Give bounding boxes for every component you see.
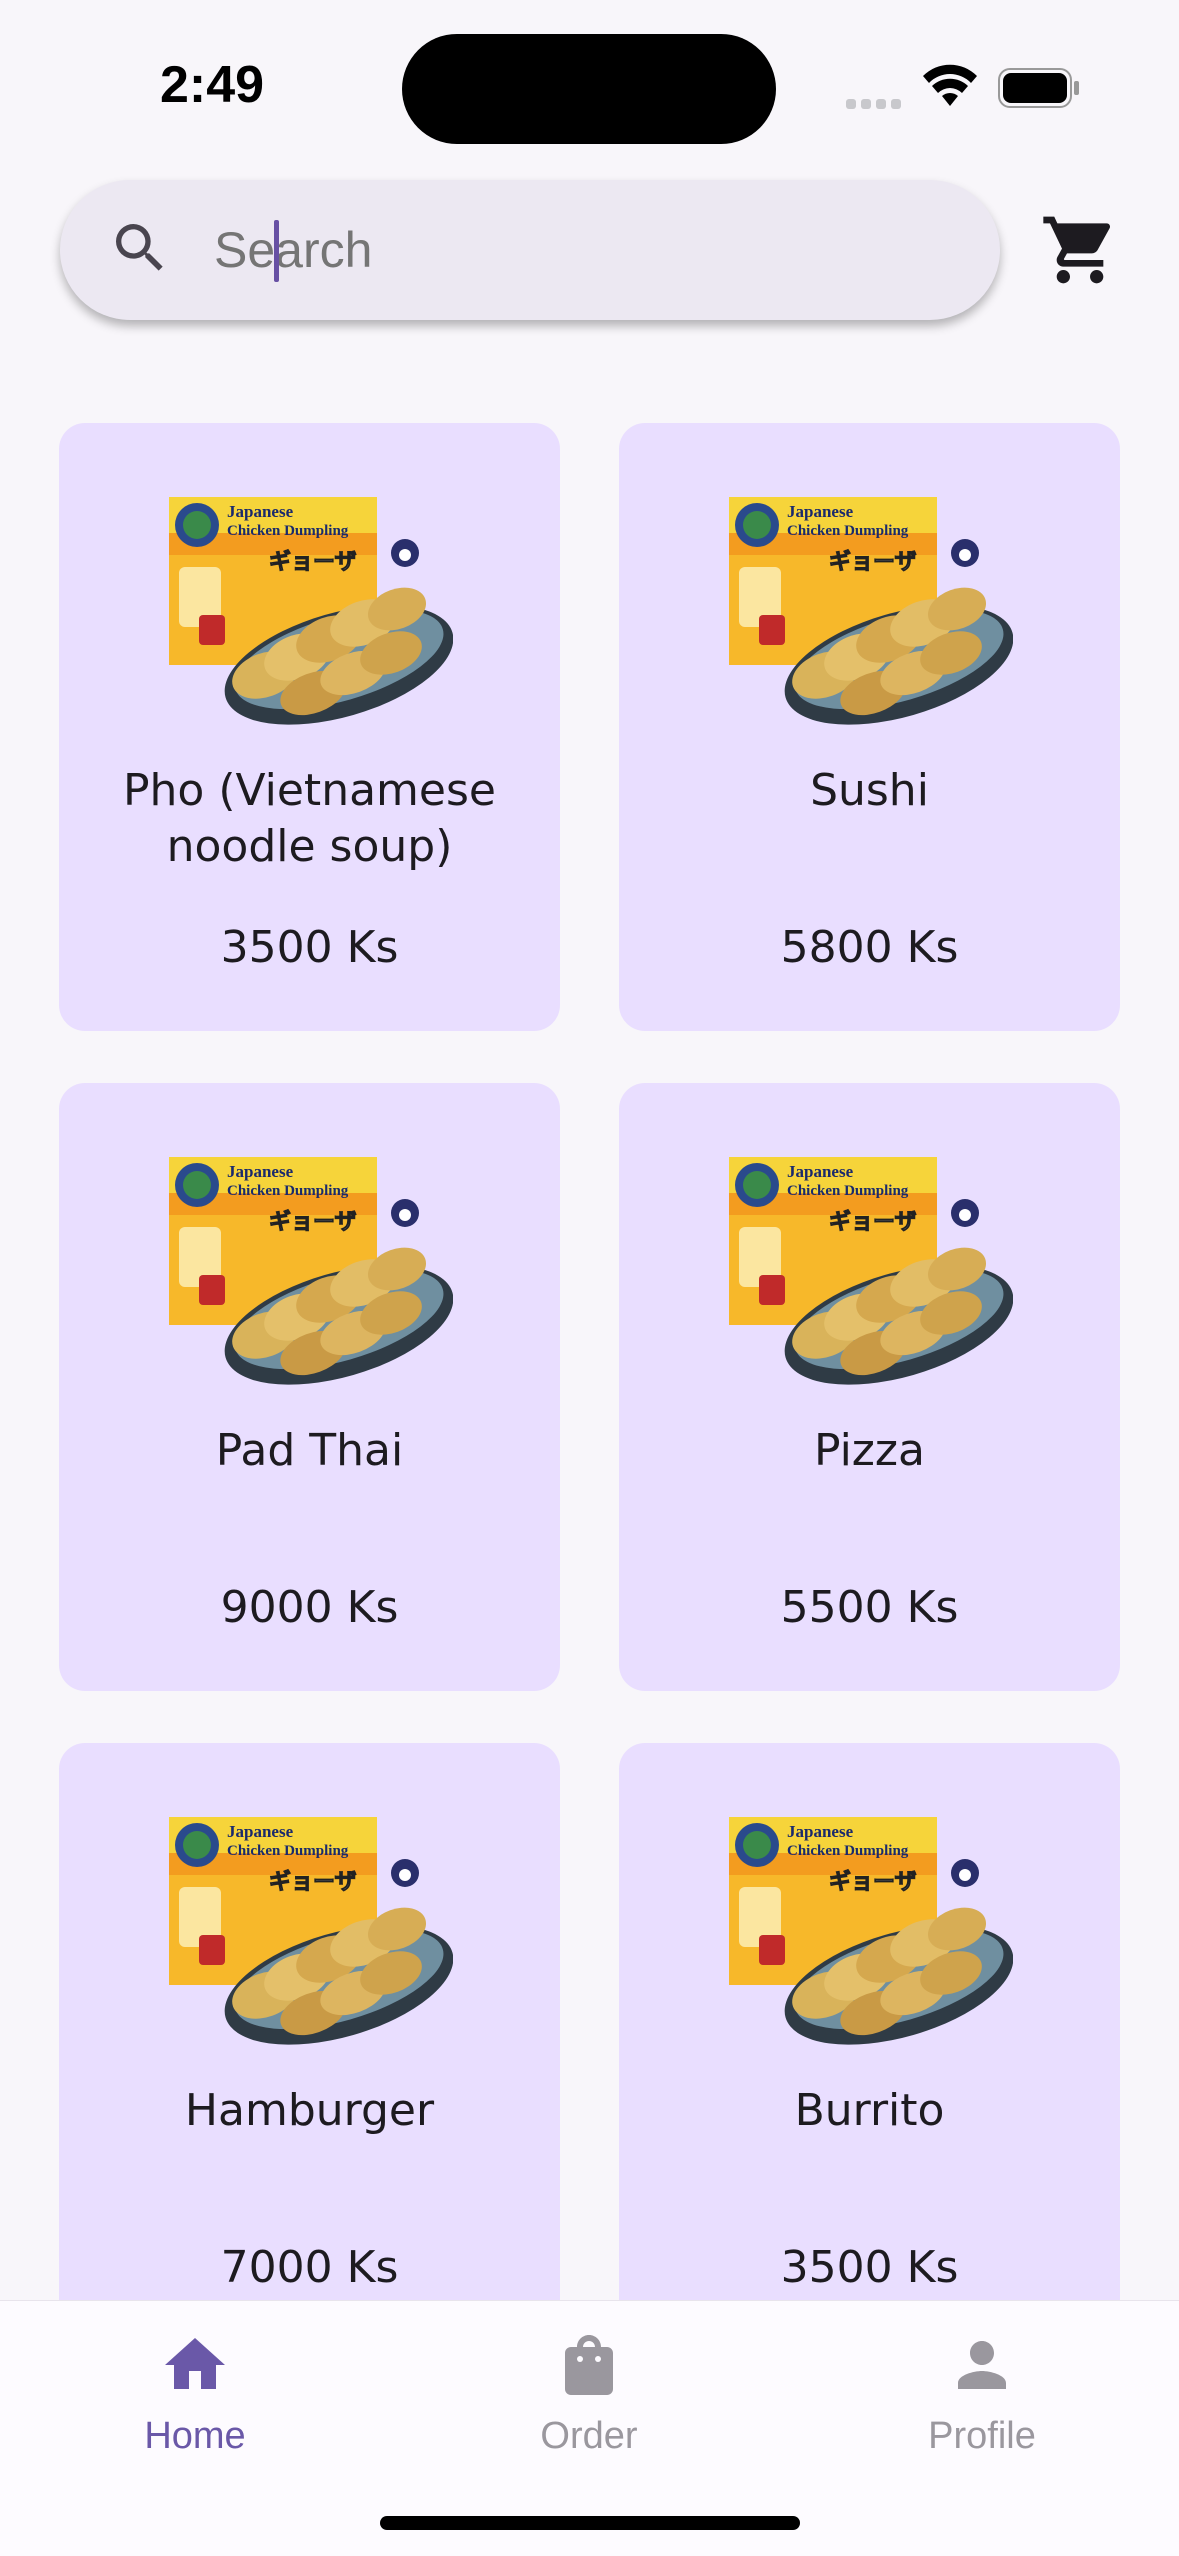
svg-text:Chicken Dumpling: Chicken Dumpling [787, 1183, 909, 1199]
product-price: 3500 Ks [220, 922, 399, 973]
svg-text:ギョーザ: ギョーザ [269, 1870, 357, 1895]
dynamic-island [402, 34, 776, 144]
nav-profile-label: Profile [928, 2415, 1036, 2457]
battery-icon [998, 68, 1082, 112]
product-name: Pho (Vietnamese noodle soup) [123, 765, 496, 872]
product-card[interactable]: Japanese Chicken Dumpling ギョーザ [619, 423, 1120, 1031]
product-name: Hamburger [184, 2085, 435, 2136]
status-bar: 2:49 [0, 0, 1179, 150]
svg-text:Japanese: Japanese [787, 1162, 854, 1181]
product-card[interactable]: Japanese Chicken Dumpling ギョーザ [619, 1083, 1120, 1691]
product-card[interactable]: Japanese Chicken Dumpling ギョーザ [619, 1743, 1120, 2351]
product-image: Japanese Chicken Dumpling ギョーザ [169, 497, 454, 743]
svg-text:Chicken Dumpling: Chicken Dumpling [787, 523, 909, 539]
home-indicator [380, 2516, 800, 2530]
svg-text:Japanese: Japanese [227, 1822, 294, 1841]
product-image: Japanese Chicken Dumpling ギョーザ [729, 497, 1014, 743]
product-name: Pad Thai [215, 1425, 404, 1476]
search-icon [108, 216, 172, 284]
svg-text:Japanese: Japanese [227, 502, 294, 521]
svg-text:Japanese: Japanese [787, 1822, 854, 1841]
wifi-icon [922, 64, 978, 112]
svg-text:ギョーザ: ギョーザ [829, 1210, 917, 1235]
nav-home[interactable]: Home [70, 2329, 320, 2489]
text-caret [274, 220, 279, 282]
svg-text:Japanese: Japanese [787, 502, 854, 521]
product-name: Burrito [794, 2085, 945, 2136]
svg-text:ギョーザ: ギョーザ [269, 1210, 357, 1235]
nav-profile[interactable]: Profile [857, 2329, 1107, 2489]
cart-icon[interactable] [1040, 210, 1120, 294]
shopping-bag-icon [565, 2335, 613, 2395]
product-price: 9000 Ks [220, 1582, 399, 1633]
svg-text:Chicken Dumpling: Chicken Dumpling [227, 1843, 349, 1859]
product-price: 5800 Ks [780, 922, 959, 973]
product-card[interactable]: Japanese Chicken Dumpling ギョーザ [59, 423, 560, 1031]
product-price: 7000 Ks [220, 2242, 399, 2293]
nav-home-label: Home [144, 2415, 246, 2457]
svg-text:Chicken Dumpling: Chicken Dumpling [227, 523, 349, 539]
product-price: 5500 Ks [780, 1582, 959, 1633]
svg-text:Chicken Dumpling: Chicken Dumpling [227, 1183, 349, 1199]
search-input[interactable] [214, 210, 934, 290]
product-image: Japanese Chicken Dumpling ギョーザ [729, 1817, 1014, 2063]
cellular-signal-icon [846, 94, 906, 113]
nav-order[interactable]: Order [464, 2329, 714, 2489]
product-image: Japanese Chicken Dumpling ギョーザ [169, 1157, 454, 1403]
svg-text:ギョーザ: ギョーザ [829, 550, 917, 575]
product-image: Japanese Chicken Dumpling ギョーザ [729, 1157, 1014, 1403]
nav-order-label: Order [540, 2415, 638, 2457]
svg-text:Japanese: Japanese [227, 1162, 294, 1181]
product-name: Pizza [814, 1425, 925, 1476]
person-icon [958, 2341, 1006, 2389]
home-icon [165, 2338, 225, 2389]
svg-text:ギョーザ: ギョーザ [269, 550, 357, 575]
search-bar[interactable] [60, 180, 1000, 320]
product-card[interactable]: Japanese Chicken Dumpling ギョーザ [59, 1083, 560, 1691]
product-name: Sushi [810, 765, 929, 816]
product-image: Japanese Chicken Dumpling ギョーザ [169, 1817, 454, 2063]
product-price: 3500 Ks [780, 2242, 959, 2293]
svg-text:Chicken Dumpling: Chicken Dumpling [787, 1843, 909, 1859]
product-card[interactable]: Japanese Chicken Dumpling ギョーザ [59, 1743, 560, 2351]
status-time: 2:49 [160, 56, 265, 114]
svg-text:ギョーザ: ギョーザ [829, 1870, 917, 1895]
